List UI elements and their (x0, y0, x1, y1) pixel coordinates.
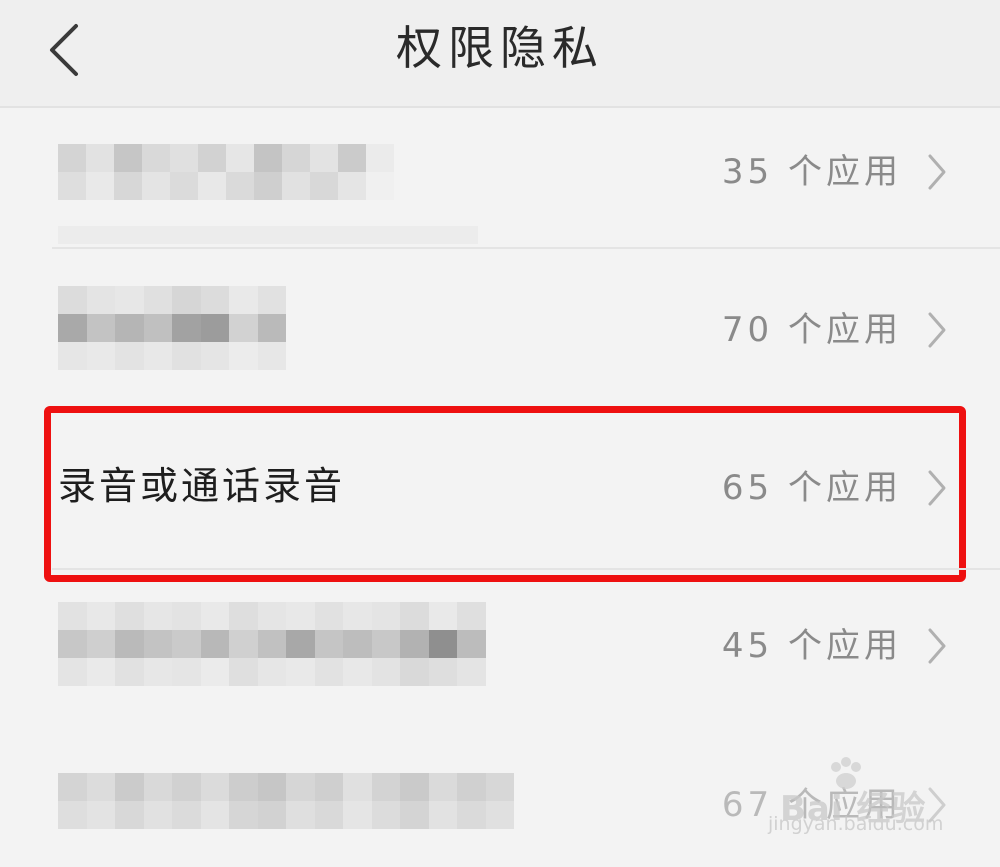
divider (52, 247, 1000, 249)
page-title: 权限隐私 (396, 21, 604, 75)
chevron-right-icon (928, 628, 946, 664)
app-count: 35 个应用 (721, 152, 902, 192)
permission-row-recording[interactable]: 录音或通话录音 65 个应用 (0, 410, 1000, 566)
blurred-label (58, 144, 394, 200)
blurred-label (58, 773, 514, 829)
watermark-url: jingyan.baidu.com (768, 813, 944, 835)
permission-row[interactable]: 70 个应用 (0, 250, 1000, 400)
blurred-sublabel (58, 226, 478, 244)
baidu-jingyan-watermark: Bai 经验 jingyan.baidu.com (760, 755, 960, 855)
app-count: 45 个应用 (721, 626, 902, 666)
app-count: 65 个应用 (721, 468, 902, 508)
blurred-label (58, 602, 486, 686)
permission-row[interactable]: 45 个应用 (0, 572, 1000, 732)
blurred-label (58, 286, 286, 370)
permission-row[interactable]: 35 个应用 (0, 108, 1000, 248)
chevron-right-icon (928, 470, 946, 506)
chevron-right-icon (928, 154, 946, 190)
row-label: 录音或通话录音 (58, 464, 346, 508)
title-bar: 权限隐私 (0, 0, 1000, 108)
divider (52, 568, 1000, 570)
app-count: 70 个应用 (721, 310, 902, 350)
chevron-right-icon (928, 312, 946, 348)
